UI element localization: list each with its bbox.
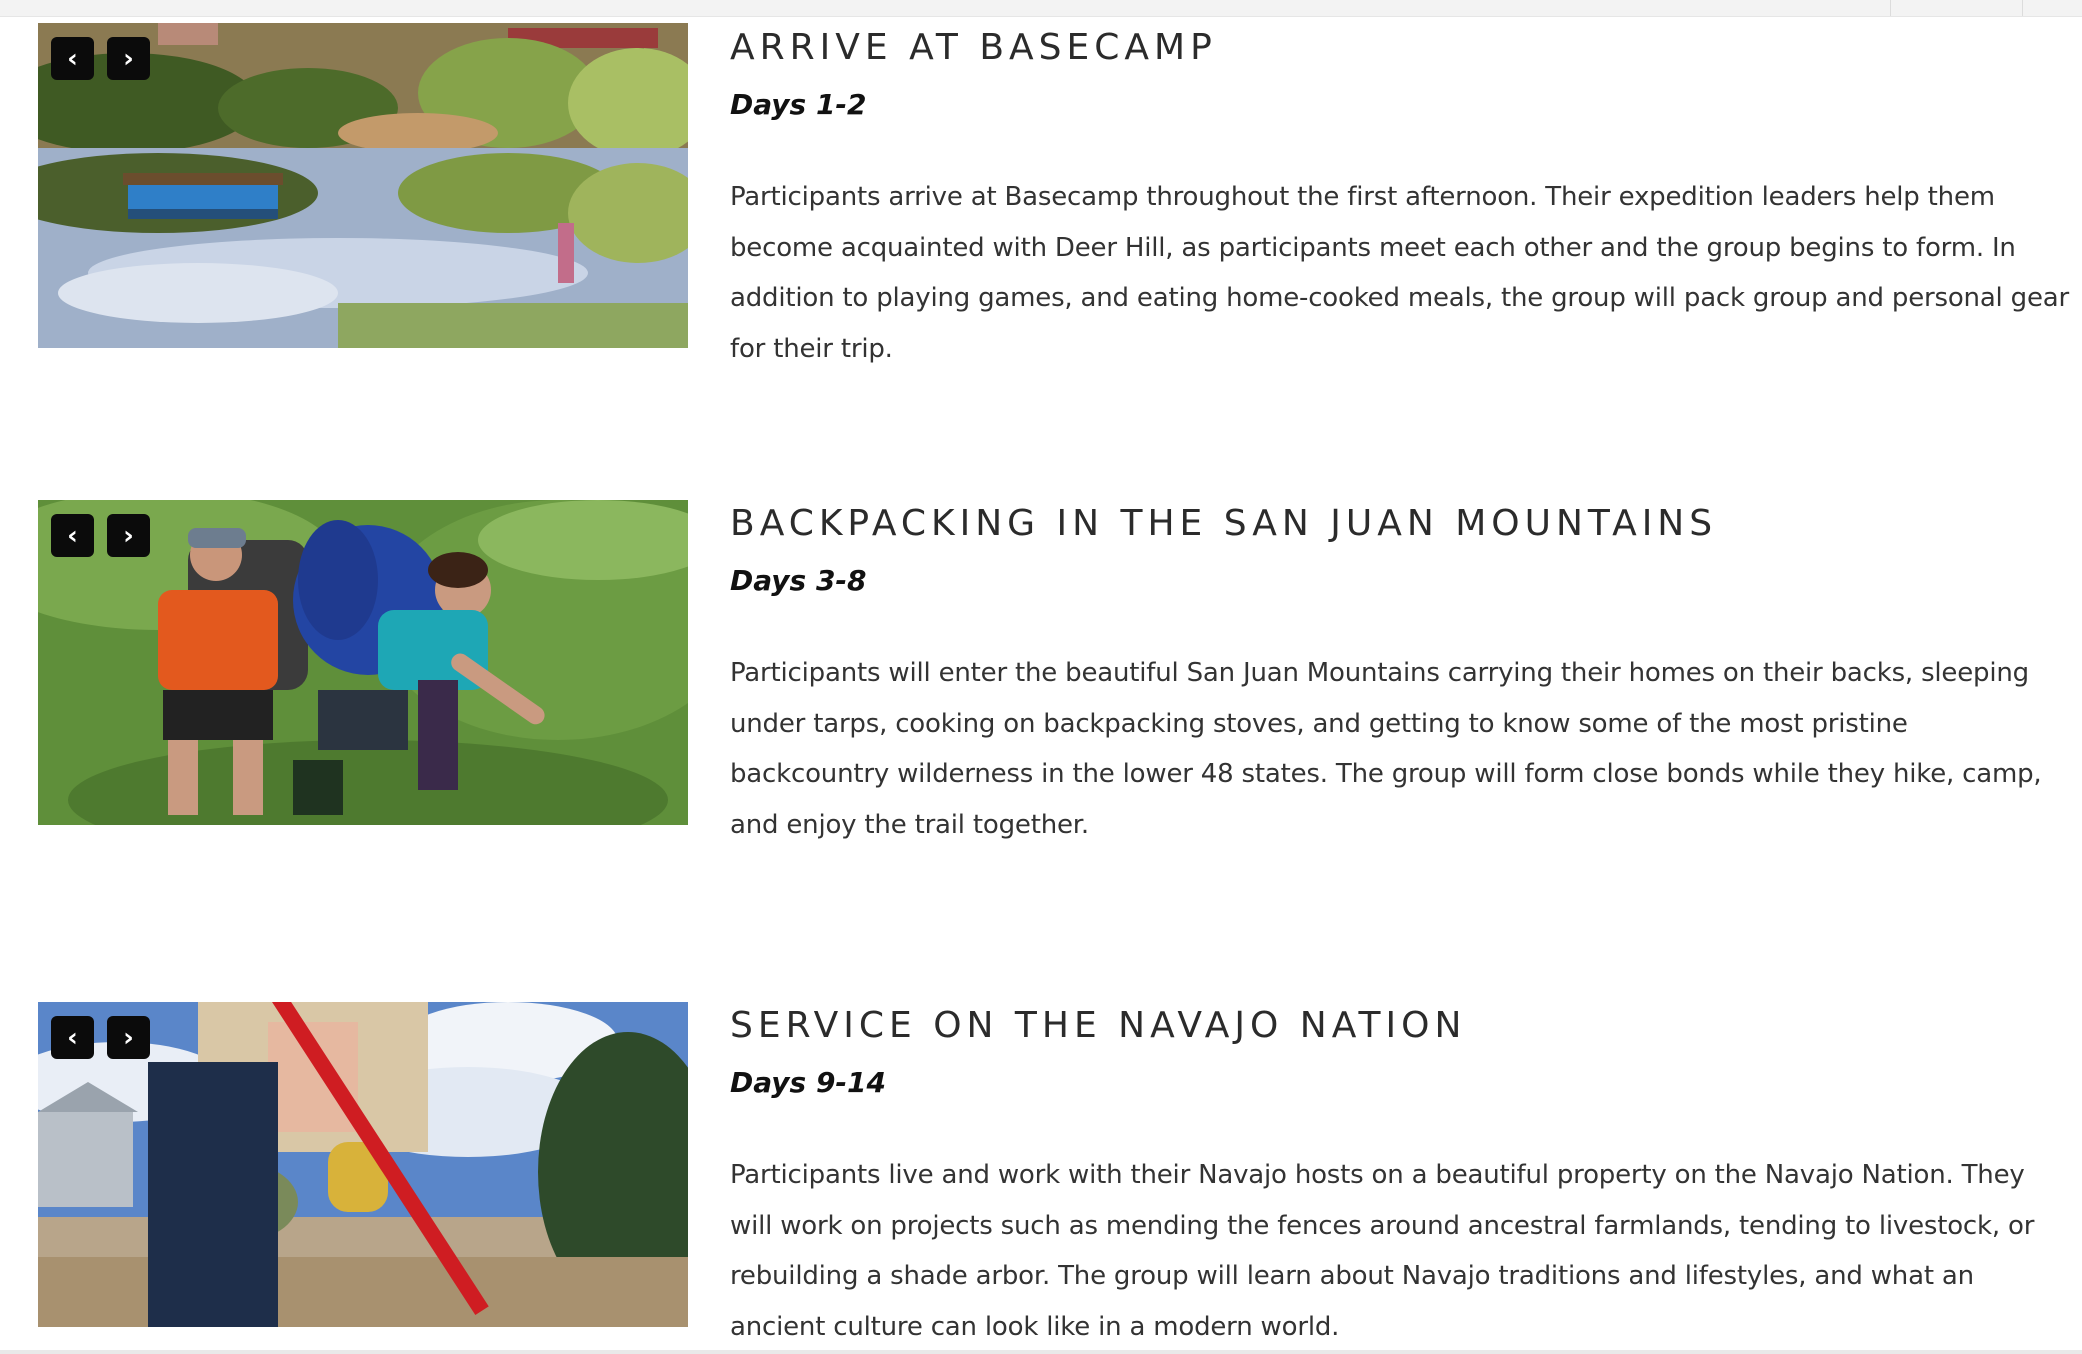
section-text: ARRIVE AT BASECAMP Days 1-2 Participants… (730, 26, 2070, 374)
slideshow-next-button[interactable]: › (107, 514, 150, 557)
section-description: Participants arrive at Basecamp througho… (730, 182, 2069, 364)
slideshow-prev-button[interactable]: ‹ (51, 1016, 94, 1059)
section-title: BACKPACKING IN THE SAN JUAN MOUNTAINS (730, 503, 1718, 544)
slideshow-photo-backpacking: ‹ › (38, 500, 688, 825)
chevron-right-icon: › (123, 43, 134, 74)
section-description: Participants will enter the beautiful Sa… (730, 658, 2042, 840)
slideshow-prev-button[interactable]: ‹ (51, 514, 94, 557)
slideshow-photo-basecamp: ‹ › (38, 23, 688, 348)
chevron-right-icon: › (123, 520, 134, 551)
section-days: Days 9-14 (730, 1066, 887, 1099)
toolbar-divider (1890, 0, 1891, 16)
section-days: Days 3-8 (730, 564, 867, 597)
top-toolbar-strip (0, 0, 2082, 17)
chevron-left-icon: ‹ (67, 520, 78, 551)
section-title: ARRIVE AT BASECAMP (730, 27, 1217, 68)
section-description: Participants live and work with their Na… (730, 1160, 2035, 1342)
slideshow-next-button[interactable]: › (107, 37, 150, 80)
slideshow-next-button[interactable]: › (107, 1016, 150, 1059)
section-title: SERVICE ON THE NAVAJO NATION (730, 1005, 1467, 1046)
toolbar-divider (2022, 0, 2023, 16)
chevron-right-icon: › (123, 1022, 134, 1053)
chevron-left-icon: ‹ (67, 1022, 78, 1053)
section-text: SERVICE ON THE NAVAJO NATION Days 9-14 P… (730, 1004, 2070, 1352)
section-days: Days 1-2 (730, 88, 867, 121)
slideshow-photo-service: ‹ › (38, 1002, 688, 1327)
slideshow-prev-button[interactable]: ‹ (51, 37, 94, 80)
chevron-left-icon: ‹ (67, 43, 78, 74)
page-bottom-edge (0, 1350, 2082, 1354)
section-text: BACKPACKING IN THE SAN JUAN MOUNTAINS Da… (730, 502, 2070, 850)
